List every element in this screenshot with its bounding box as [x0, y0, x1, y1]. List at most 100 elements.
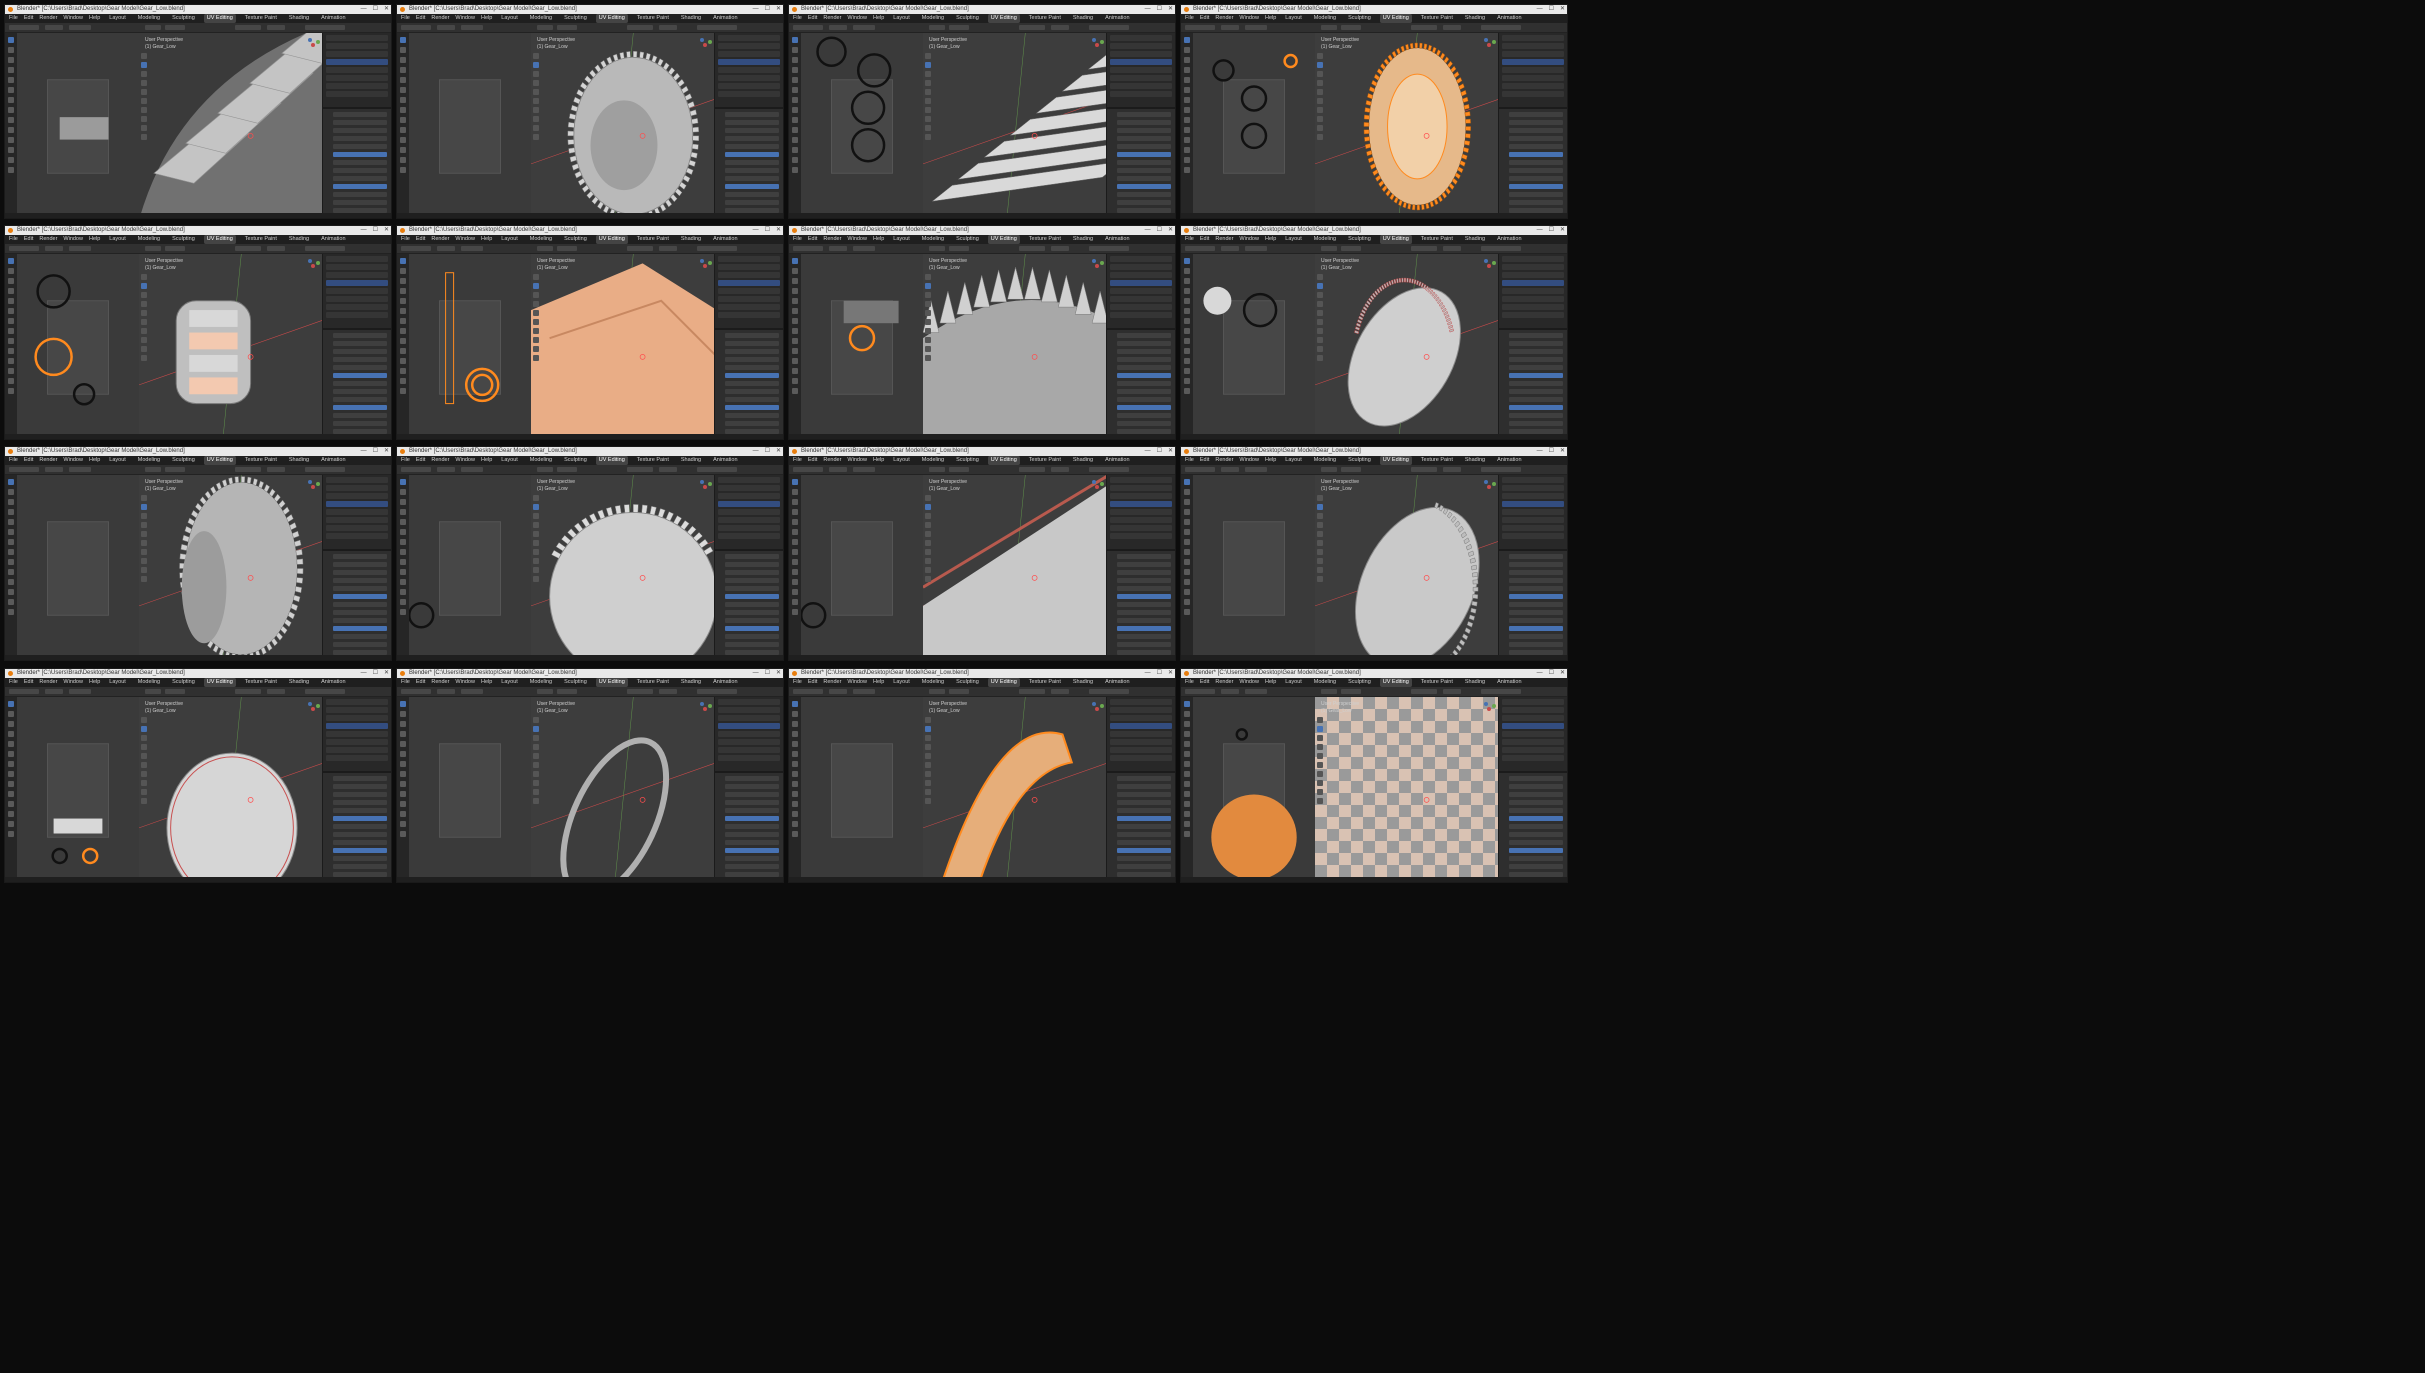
- outliner-row[interactable]: [1110, 304, 1172, 310]
- outliner-row[interactable]: [326, 485, 388, 491]
- property-field[interactable]: [333, 184, 387, 189]
- tool-icon[interactable]: [400, 288, 406, 294]
- header-button[interactable]: [437, 689, 455, 694]
- outliner-row[interactable]: [718, 75, 780, 81]
- outliner-row[interactable]: [1502, 723, 1564, 729]
- property-field[interactable]: [725, 578, 779, 583]
- menu-item[interactable]: Window: [63, 678, 83, 687]
- tool-icon[interactable]: [8, 549, 14, 555]
- workspace-tab[interactable]: Shading: [286, 678, 312, 687]
- property-field[interactable]: [725, 586, 779, 591]
- header-button[interactable]: [1443, 689, 1461, 694]
- property-field[interactable]: [725, 333, 779, 338]
- property-field[interactable]: [1509, 405, 1563, 410]
- uv-editor[interactable]: [17, 697, 140, 882]
- menu-item[interactable]: Window: [455, 14, 475, 23]
- tool-icon[interactable]: [1184, 127, 1190, 133]
- property-field[interactable]: [1117, 602, 1171, 607]
- workspace-tab[interactable]: UV Editing: [595, 14, 628, 23]
- uv-editor[interactable]: [801, 697, 924, 882]
- tool-icon[interactable]: [1317, 531, 1323, 537]
- header-button[interactable]: [829, 689, 847, 694]
- property-field[interactable]: [1117, 333, 1171, 338]
- tool-icon[interactable]: [1184, 751, 1190, 757]
- property-field[interactable]: [1509, 144, 1563, 149]
- tool-icon[interactable]: [8, 761, 14, 767]
- outliner-row[interactable]: [1502, 739, 1564, 745]
- outliner-row[interactable]: [1110, 272, 1172, 278]
- tool-icon[interactable]: [925, 274, 931, 280]
- tool-icon[interactable]: [1317, 504, 1323, 510]
- tool-icon[interactable]: [8, 559, 14, 565]
- property-field[interactable]: [725, 824, 779, 829]
- tool-icon[interactable]: [1184, 348, 1190, 354]
- property-field[interactable]: [725, 864, 779, 869]
- tool-icon[interactable]: [400, 811, 406, 817]
- tool-icon[interactable]: [533, 558, 539, 564]
- tool-icon[interactable]: [141, 549, 147, 555]
- workspace-tab[interactable]: Animation: [710, 235, 740, 244]
- workspace-tab[interactable]: UV Editing: [203, 14, 236, 23]
- property-field[interactable]: [333, 136, 387, 141]
- tool-icon[interactable]: [792, 358, 798, 364]
- tool-icon[interactable]: [400, 107, 406, 113]
- property-field[interactable]: [1509, 192, 1563, 197]
- tool-icon[interactable]: [533, 576, 539, 582]
- property-field[interactable]: [333, 349, 387, 354]
- tool-icon[interactable]: [792, 589, 798, 595]
- workspace-tab[interactable]: UV Editing: [595, 235, 628, 244]
- menu-item[interactable]: Render: [823, 456, 841, 465]
- property-field[interactable]: [1117, 397, 1171, 402]
- tool-icon[interactable]: [400, 298, 406, 304]
- property-field[interactable]: [1117, 341, 1171, 346]
- menu-item[interactable]: Render: [431, 14, 449, 23]
- outliner-row[interactable]: [1502, 83, 1564, 89]
- tool-icon[interactable]: [792, 378, 798, 384]
- tool-icon[interactable]: [792, 821, 798, 827]
- outliner-row[interactable]: [326, 699, 388, 705]
- outliner-row[interactable]: [1110, 312, 1172, 318]
- workspace-tab[interactable]: Modeling: [135, 678, 163, 687]
- header-button[interactable]: [437, 467, 455, 472]
- menu-item[interactable]: Edit: [24, 678, 33, 687]
- tool-icon[interactable]: [141, 513, 147, 519]
- workspace-tab[interactable]: Modeling: [1311, 678, 1339, 687]
- property-field[interactable]: [1117, 618, 1171, 623]
- outliner-row[interactable]: [718, 731, 780, 737]
- tool-icon[interactable]: [1317, 744, 1323, 750]
- property-field[interactable]: [333, 578, 387, 583]
- 3d-viewport[interactable]: User Perspective (1) Gear_Low: [923, 33, 1109, 218]
- window-controls[interactable]: — ☐ ✕: [1537, 447, 1565, 456]
- header-button[interactable]: [1051, 689, 1069, 694]
- tool-icon[interactable]: [533, 531, 539, 537]
- workspace-tab[interactable]: Shading: [1462, 235, 1488, 244]
- workspace-tab[interactable]: Modeling: [1311, 14, 1339, 23]
- header-button[interactable]: [45, 25, 63, 30]
- header-button[interactable]: [697, 25, 737, 30]
- header-button[interactable]: [437, 25, 455, 30]
- menu-item[interactable]: Edit: [808, 14, 817, 23]
- tool-icon[interactable]: [1184, 831, 1190, 837]
- tool-icon[interactable]: [141, 558, 147, 564]
- tool-icon[interactable]: [400, 147, 406, 153]
- property-field[interactable]: [1509, 381, 1563, 386]
- property-field[interactable]: [725, 594, 779, 599]
- tool-icon[interactable]: [400, 509, 406, 515]
- property-field[interactable]: [1117, 152, 1171, 157]
- outliner-row[interactable]: [1502, 755, 1564, 761]
- tool-icon[interactable]: [533, 780, 539, 786]
- tool-icon[interactable]: [792, 509, 798, 515]
- uv-editor[interactable]: [1193, 254, 1316, 439]
- tool-icon[interactable]: [533, 735, 539, 741]
- workspace-tab[interactable]: Modeling: [527, 678, 555, 687]
- property-field[interactable]: [333, 634, 387, 639]
- header-button[interactable]: [537, 246, 553, 251]
- window-control-button[interactable]: ☐: [1157, 447, 1162, 456]
- outliner-row[interactable]: [1502, 75, 1564, 81]
- header-button[interactable]: [305, 246, 345, 251]
- tool-icon[interactable]: [1317, 292, 1323, 298]
- tool-icon[interactable]: [400, 117, 406, 123]
- tool-icon[interactable]: [925, 531, 931, 537]
- tool-icon[interactable]: [141, 726, 147, 732]
- tool-icon[interactable]: [1184, 811, 1190, 817]
